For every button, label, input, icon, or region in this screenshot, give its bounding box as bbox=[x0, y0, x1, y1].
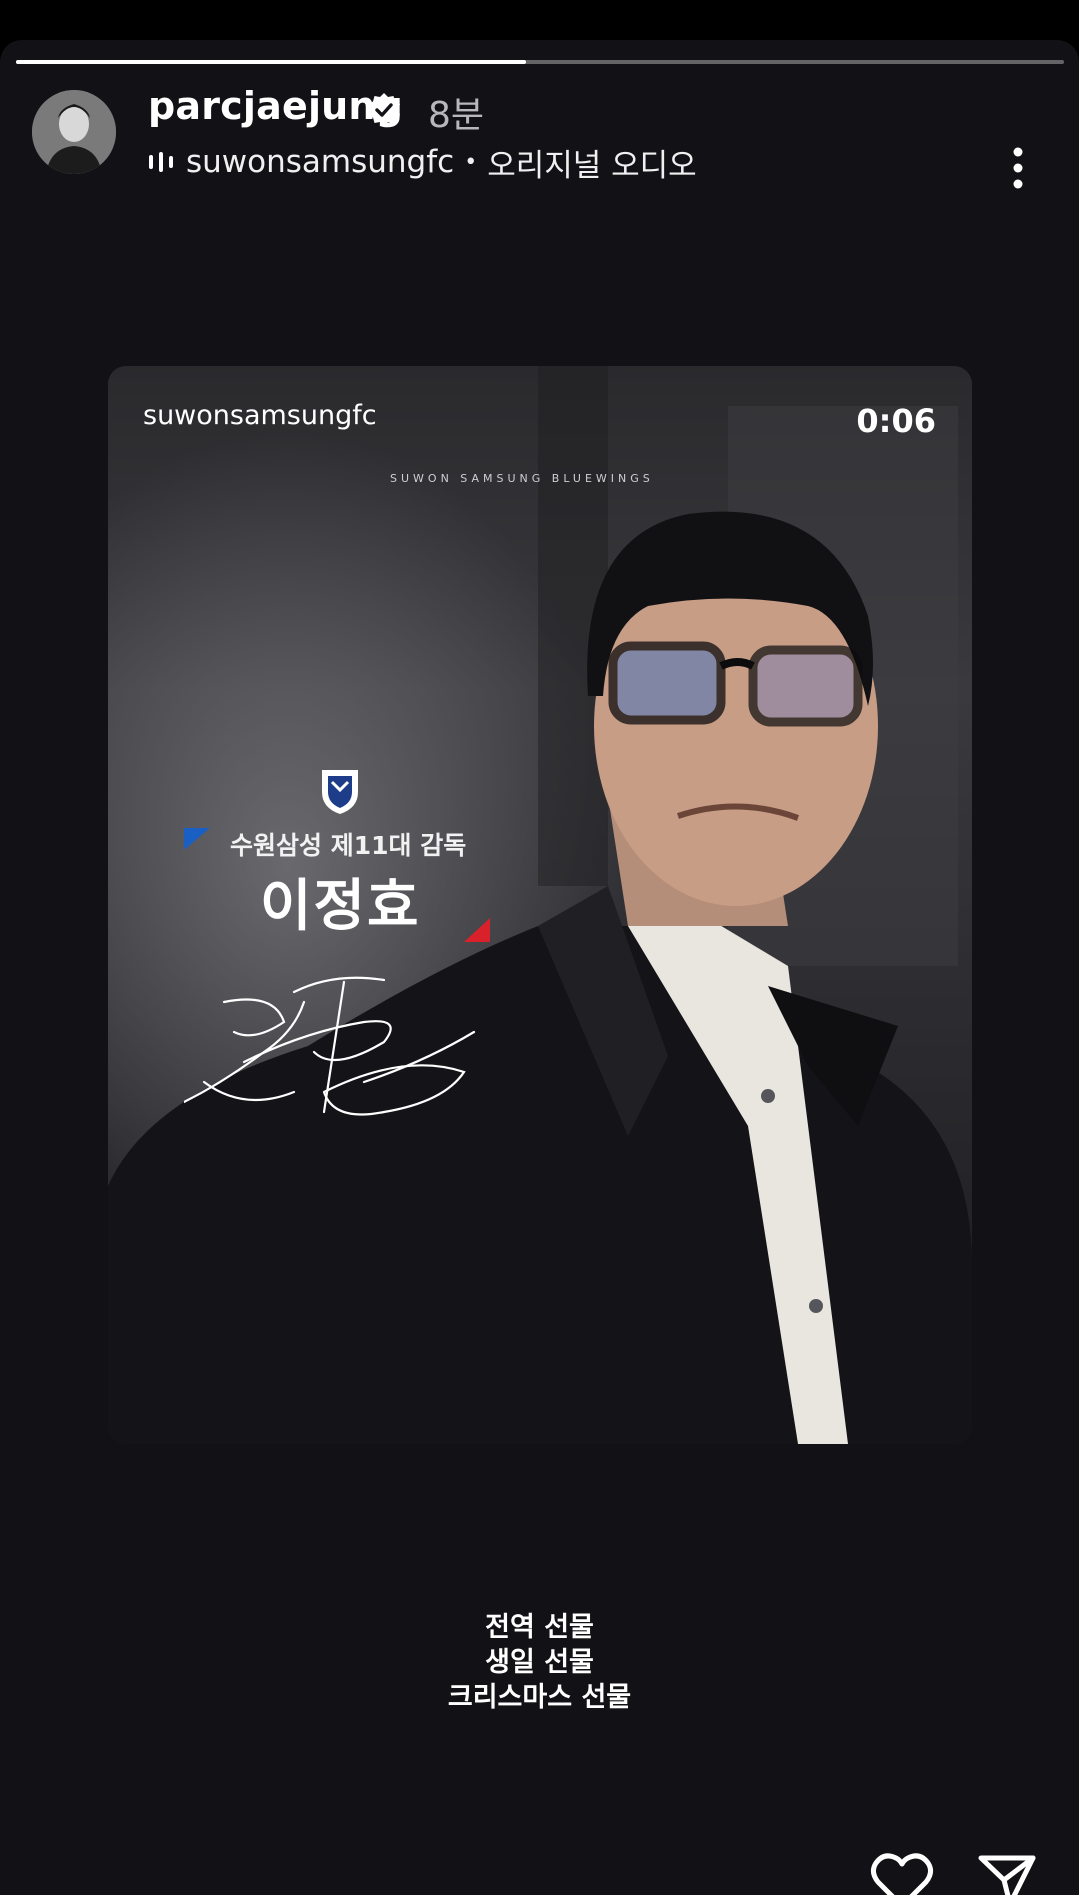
reel-photo bbox=[108, 366, 972, 1444]
story-caption: 전역 선물 생일 선물 크리스마스 선물 bbox=[0, 1610, 1079, 1715]
coach-name: 이정효 bbox=[260, 874, 421, 939]
coach-subtitle: 수원삼성 제11대 감독 bbox=[230, 831, 467, 860]
caption-line-3: 크리스마스 선물 bbox=[447, 1682, 632, 1713]
verified-badge-icon bbox=[368, 93, 400, 126]
club-crest-icon bbox=[322, 770, 358, 814]
caption-line-2: 생일 선물 bbox=[485, 1647, 594, 1678]
reel-owner[interactable]: suwonsamsungfc bbox=[143, 400, 377, 431]
signature-graphic bbox=[184, 976, 476, 1116]
avatar-photo bbox=[32, 90, 116, 174]
audio-separator: • bbox=[464, 149, 478, 175]
reel-duration: 0:06 bbox=[856, 402, 936, 440]
audio-label[interactable]: 오리지널 오디오 bbox=[487, 140, 697, 185]
avatar[interactable] bbox=[32, 90, 116, 174]
send-icon[interactable] bbox=[978, 1854, 1036, 1895]
audio-attribution[interactable]: suwonsamsungfc • 오리지널 오디오 bbox=[148, 140, 697, 184]
more-options-icon[interactable] bbox=[1003, 144, 1033, 192]
audio-bars-icon bbox=[149, 152, 173, 172]
post-time: 8분 bbox=[428, 95, 485, 136]
story-progress-segment-1 bbox=[16, 60, 526, 64]
brand-tagline: SUWON SAMSUNG BLUEWINGS bbox=[390, 472, 654, 485]
story-progress-track bbox=[16, 60, 1064, 64]
blue-accent-shape bbox=[184, 828, 210, 850]
caption-line-1: 전역 선물 bbox=[485, 1612, 594, 1643]
red-accent-shape bbox=[464, 918, 490, 942]
username[interactable]: parcjaejung bbox=[148, 84, 403, 128]
story-viewer[interactable]: parcjaejung 8분 suwonsamsungfc • 오리지널 오디오 bbox=[0, 40, 1079, 1895]
heart-icon[interactable] bbox=[870, 1852, 934, 1895]
audio-source[interactable]: suwonsamsungfc bbox=[186, 144, 454, 180]
shared-reel-card[interactable]: suwonsamsungfc SUWON SAMSUNG BLUEWINGS 0… bbox=[108, 366, 972, 1444]
